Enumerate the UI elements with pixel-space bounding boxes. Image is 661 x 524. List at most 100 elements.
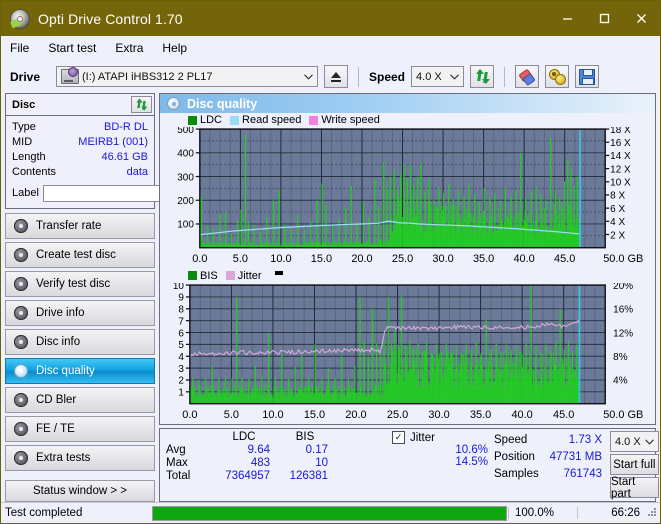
menu-bar: File Start test Extra Help xyxy=(1,36,660,60)
stats-ldc-total: 7364957 xyxy=(225,470,270,482)
svg-text:16%: 16% xyxy=(613,304,633,315)
jitter-max: 14.5% xyxy=(455,456,488,468)
sidebar-item-transfer-rate[interactable]: Transfer rate xyxy=(5,213,155,239)
stats-row-total-label: Total xyxy=(166,470,191,482)
disc-row-contents: Contents data xyxy=(12,164,148,179)
svg-text:5.0: 5.0 xyxy=(233,253,248,265)
svg-text:12 X: 12 X xyxy=(610,164,631,175)
disc-icon xyxy=(14,364,28,378)
settings-button[interactable] xyxy=(545,65,570,88)
sidebar-item-extra-tests[interactable]: Extra tests xyxy=(5,445,155,471)
stats-header-bis: BIS xyxy=(295,431,315,443)
drive-select[interactable]: (I:) ATAPI iHBS312 2 PL17 xyxy=(56,66,318,87)
sidebar-item-label: Extra tests xyxy=(36,452,91,464)
test-speed-value: 4.0 X xyxy=(615,435,641,448)
panel-header: Disc quality xyxy=(160,94,655,113)
jitter-label: Jitter xyxy=(410,431,435,444)
svg-text:40.0: 40.0 xyxy=(513,253,534,265)
legend-swatch xyxy=(309,115,319,125)
svg-text:45.0: 45.0 xyxy=(554,253,575,265)
resize-grip-icon[interactable] xyxy=(646,506,660,521)
disc-icon xyxy=(14,248,28,262)
sidebar-item-drive-info[interactable]: Drive info xyxy=(5,300,155,326)
svg-text:40.0: 40.0 xyxy=(511,409,532,421)
save-button[interactable] xyxy=(575,65,600,88)
svg-text:30.0: 30.0 xyxy=(432,253,453,265)
bis-plot-svg: 12345678910 4% 8% 12% 16% 20% 0.0 5.0 10.0 15.0 20… xyxy=(173,283,644,421)
disc-row-key: MID xyxy=(12,135,33,148)
test-speed-select[interactable]: 4.0 X xyxy=(610,431,659,452)
status-window-button[interactable]: Status window > > xyxy=(5,480,155,502)
svg-text:2: 2 xyxy=(178,375,184,386)
speed-select-value: 4.0 X xyxy=(416,70,442,83)
speed-select[interactable]: 4.0 X xyxy=(411,66,465,87)
position-value: 47731 MB xyxy=(549,450,602,463)
disc-row-length: Length 46.61 GB xyxy=(12,149,148,164)
chevron-down-icon xyxy=(300,73,317,80)
svg-text:1: 1 xyxy=(178,387,184,398)
optical-drive-icon xyxy=(61,67,79,84)
disc-icon xyxy=(167,97,180,110)
sidebar-item-label: Verify test disc xyxy=(36,278,111,290)
eject-button[interactable] xyxy=(324,65,348,88)
stats-panel: LDC BIS Avg 9.64 0.17 Max 483 10 Total 7… xyxy=(159,428,659,502)
svg-text:4: 4 xyxy=(178,351,184,362)
sidebar-nav: Transfer rate Create test disc Verify te… xyxy=(5,213,155,471)
menu-extra[interactable]: Extra xyxy=(115,39,153,57)
menu-help[interactable]: Help xyxy=(162,39,197,57)
legend-swatch xyxy=(230,115,240,125)
sidebar-item-disc-quality[interactable]: Disc quality xyxy=(5,358,155,384)
body-area: Disc Type BD-R DL MID MEIRB1 (001) Lengt… xyxy=(1,93,660,502)
bis-plot-area: 1 2 3 4 5 6 7 8 9 10 4% 8% 12% 16% 20% 0.0 5.0 10.0 15.0 20… xyxy=(160,283,655,425)
disc-row-key: Type xyxy=(12,120,36,133)
disc-refresh-button[interactable] xyxy=(131,96,152,113)
start-full-button[interactable]: Start full xyxy=(610,454,659,475)
bis-chart: BIS Jitter 1 2 3 4 5 6 7 8 9 10 4% 8% 12% 16% 20% 0.0 5.… xyxy=(160,269,655,425)
main-content: Disc quality LDC Read speed Write speed … xyxy=(159,93,659,502)
drive-select-value: (I:) ATAPI iHBS312 2 PL17 xyxy=(82,70,213,83)
sidebar-item-label: Create test disc xyxy=(36,249,116,261)
gold-gears-icon xyxy=(549,69,567,85)
disc-row-value: MEIRB1 (001) xyxy=(78,135,148,148)
sidebar-item-create-test-disc[interactable]: Create test disc xyxy=(5,242,155,268)
refresh-drive-button[interactable] xyxy=(470,65,495,88)
legend-item-write-speed: Write speed xyxy=(309,114,380,126)
disc-panel-header: Disc xyxy=(6,94,154,116)
disc-icon xyxy=(14,393,28,407)
disc-panel-title: Disc xyxy=(12,98,36,111)
svg-text:5.0: 5.0 xyxy=(224,409,239,421)
left-sidebar: Disc Type BD-R DL MID MEIRB1 (001) Lengt… xyxy=(5,93,253,502)
speed-key: Speed xyxy=(494,433,528,446)
svg-text:500: 500 xyxy=(177,127,194,136)
svg-text:35.0: 35.0 xyxy=(470,409,491,421)
eject-icon xyxy=(331,71,341,78)
status-bar: Test completed 100.0% 66:26 xyxy=(1,502,660,523)
start-part-button[interactable]: Start part xyxy=(610,476,659,500)
svg-text:4 X: 4 X xyxy=(610,217,625,228)
disc-row-mid: MID MEIRB1 (001) xyxy=(12,134,148,149)
stats-ldc-avg: 9.64 xyxy=(247,444,270,456)
disc-icon xyxy=(14,335,28,349)
samples-value: 761743 xyxy=(563,467,602,480)
progress-bar xyxy=(152,505,507,521)
maximize-icon[interactable] xyxy=(586,1,623,36)
progress-percent: 100.0% xyxy=(508,507,577,519)
status-text: Test completed xyxy=(5,507,83,519)
toolbar-divider xyxy=(504,66,506,87)
close-icon[interactable] xyxy=(623,1,660,36)
stats-corner xyxy=(166,431,212,443)
menu-start-test[interactable]: Start test xyxy=(48,39,106,57)
speed-row: Speed 1.73 X xyxy=(494,431,606,448)
svg-text:25.0: 25.0 xyxy=(387,409,408,421)
sidebar-item-verify-test-disc[interactable]: Verify test disc xyxy=(5,271,155,297)
svg-text:20.0: 20.0 xyxy=(351,253,372,265)
menu-file[interactable]: File xyxy=(10,39,39,57)
svg-text:100: 100 xyxy=(177,220,194,231)
erase-button[interactable] xyxy=(515,65,540,88)
minimize-icon[interactable] xyxy=(549,1,586,36)
jitter-checkbox[interactable]: ✓ xyxy=(392,431,405,444)
sidebar-item-fe-te[interactable]: FE / TE xyxy=(5,416,155,442)
sidebar-item-disc-info[interactable]: Disc info xyxy=(5,329,155,355)
svg-text:15.0: 15.0 xyxy=(311,253,332,265)
sidebar-item-cd-bler[interactable]: CD Bler xyxy=(5,387,155,413)
